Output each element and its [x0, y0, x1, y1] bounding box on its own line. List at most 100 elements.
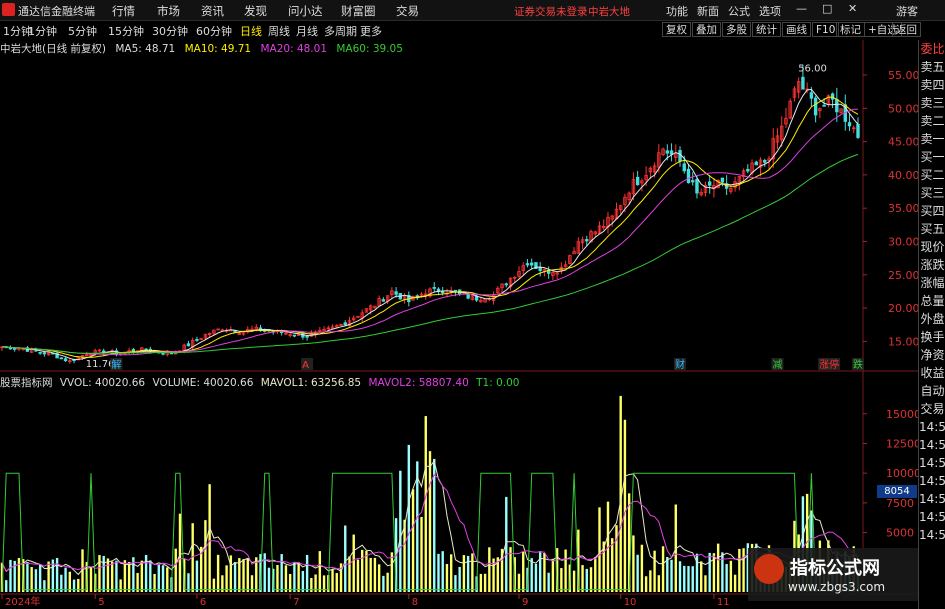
candle-body — [42, 352, 47, 355]
quote-panel-item[interactable]: 14:50 — [919, 454, 945, 472]
quote-panel-item[interactable]: 收益 — [919, 364, 945, 382]
quote-panel-item[interactable]: 14:50 — [919, 526, 945, 544]
volume-bar — [437, 553, 440, 592]
quote-panel-item[interactable]: 14:50 — [919, 418, 945, 436]
volume-bar — [483, 573, 487, 592]
price-tick-label: 50.00 — [888, 102, 920, 115]
volume-bar — [640, 544, 644, 592]
quote-panel-item[interactable]: 14:50 — [919, 436, 945, 454]
quote-panel-item[interactable]: 14:50 — [919, 508, 945, 526]
volume-bar — [530, 558, 533, 592]
volume-bar — [263, 553, 266, 592]
volume-bar — [233, 562, 237, 592]
candle-body — [695, 179, 699, 194]
chart-canvas[interactable]: 55.00 50.00 45.00 40.00 35.00 30.00 25.00 20.00… — [0, 0, 945, 609]
price-tick-label: 45.00 — [888, 136, 920, 149]
quote-panel-item[interactable]: 卖四 — [919, 76, 945, 94]
candle-body — [665, 150, 670, 154]
volume-bar — [68, 571, 72, 592]
watermark-title: 指标公式网 — [790, 558, 880, 579]
volume-bar — [657, 575, 661, 592]
candle-body — [720, 177, 725, 183]
quote-panel-item[interactable]: 现价 — [919, 238, 945, 256]
quote-panel-item[interactable]: 14:50 — [919, 472, 945, 490]
quote-panel-item[interactable]: 自动 — [919, 382, 945, 400]
candle-body — [813, 97, 818, 116]
volume-bar — [318, 551, 322, 592]
volume-bar — [632, 535, 635, 592]
candle-body — [763, 160, 767, 163]
volume-bar — [399, 470, 402, 592]
quote-panel-item[interactable]: 委比 — [919, 40, 945, 58]
quote-panel-item[interactable]: 总量 — [919, 292, 945, 310]
volume-bar — [594, 557, 597, 592]
quote-panel-item[interactable]: 卖二 — [919, 112, 945, 130]
date-tick-label: 2024年 — [5, 595, 40, 608]
moving-average-lines — [2, 88, 859, 361]
date-tick-label: 9 — [522, 597, 528, 608]
volume-bar — [708, 552, 711, 592]
vol-tick-label: 15000 — [886, 408, 921, 421]
quote-panel-item[interactable]: 卖三 — [919, 94, 945, 112]
quote-panel-item[interactable]: 14:50 — [919, 490, 945, 508]
event-marker: 减 — [772, 359, 782, 371]
quote-panel-item[interactable]: 涨跌 — [919, 256, 945, 274]
volume-bar — [700, 561, 703, 592]
quote-panel-item[interactable]: 买三 — [919, 184, 945, 202]
watermark-logo-icon — [754, 554, 784, 584]
quote-panel-item[interactable]: 买五 — [919, 220, 945, 238]
volume-bar — [534, 563, 538, 592]
quote-panel-item[interactable]: 外盘 — [919, 310, 945, 328]
candle-body — [161, 352, 165, 355]
volume-bar — [195, 560, 199, 592]
date-tick-label: 5 — [98, 597, 104, 608]
quote-panel-item[interactable]: 交易 — [919, 400, 945, 418]
price-tick-label: 35.00 — [888, 202, 920, 215]
volume-bar — [140, 560, 144, 592]
volume-bar — [216, 554, 220, 592]
volume-bar — [365, 550, 368, 592]
quote-panel-item[interactable]: 净资 — [919, 346, 945, 364]
candle-body — [856, 123, 860, 138]
price-tick-label: 40.00 — [888, 169, 920, 182]
quote-panel-item[interactable]: 买四 — [919, 202, 945, 220]
quote-panel-item[interactable]: 换手 — [919, 328, 945, 346]
candle-body — [835, 98, 839, 113]
volume-bar — [687, 566, 690, 592]
volume-bar — [649, 570, 652, 592]
vol-current-badge: 8054 — [877, 485, 917, 498]
vol-tick-label: 10000 — [886, 467, 921, 480]
price-high-annotation: 56.00 — [798, 63, 827, 74]
volume-bar — [38, 564, 42, 592]
quote-panel-item[interactable]: 买二 — [919, 166, 945, 184]
quote-panel-item[interactable]: 卖一 — [919, 130, 945, 148]
quote-panel-item[interactable]: 涨幅 — [919, 274, 945, 292]
event-marker: 财 — [675, 358, 685, 371]
volume-bars — [0, 395, 860, 592]
price-low-annotation: 11.76 — [86, 359, 115, 370]
volume-bar — [161, 565, 165, 592]
volume-bar — [462, 555, 466, 592]
volume-bar — [204, 520, 207, 592]
quote-panel-item[interactable]: 买一 — [919, 148, 945, 166]
volume-bar — [386, 572, 389, 592]
volume-bar — [157, 564, 160, 592]
volume-bar — [585, 568, 588, 592]
volume-bar — [661, 546, 665, 592]
candle-body — [746, 168, 750, 172]
volume-bar — [522, 551, 525, 592]
volume-bar — [678, 561, 682, 592]
event-marker: 涨停 — [819, 358, 839, 371]
volume-bar — [411, 489, 415, 592]
quote-panel-item[interactable]: 卖五 — [919, 58, 945, 76]
volume-bar — [441, 551, 444, 592]
volume-bar — [433, 458, 436, 592]
volume-bar — [598, 507, 601, 592]
volume-bar — [267, 567, 271, 592]
volume-bar — [331, 569, 334, 592]
candle-body — [525, 263, 530, 266]
candle-body — [292, 334, 297, 337]
date-tick-label: 11 — [717, 597, 730, 608]
volume-bar — [47, 561, 50, 592]
candle-body — [585, 239, 589, 242]
